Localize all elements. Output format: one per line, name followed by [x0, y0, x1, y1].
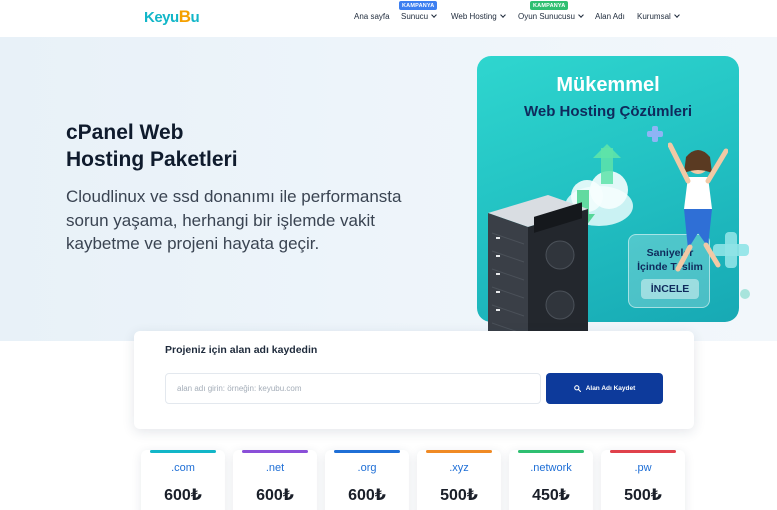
tld-card-pw[interactable]: .pw 500₺ [601, 450, 685, 510]
plus-icon [647, 126, 663, 142]
nav-item-alan-adi[interactable]: Alan Adı [595, 12, 625, 21]
nav-item-kurumsal[interactable]: Kurumsal [637, 12, 680, 21]
kampanya-badge: KAMPANYA [399, 1, 438, 10]
nav-item-oyun-sunucusu[interactable]: KAMPANYA Oyun Sunucusu [518, 1, 584, 21]
hero-desc-line: sorun yaşama, herhangi bir işlemde vakit [66, 210, 375, 230]
tld-price: 500₺ [440, 487, 478, 504]
main-navigation: Ana sayfa KAMPANYA Sunucu Web Hosting KA… [0, 1, 777, 26]
tld-name: .net [265, 462, 285, 474]
tld-card-xyz[interactable]: .xyz 500₺ [417, 450, 501, 510]
hero-desc-line: Cloudlinux ve ssd donanımı ile performan… [66, 187, 402, 206]
register-domain-button[interactable]: Alan Adı Kaydet [546, 373, 663, 404]
domain-search-input[interactable] [165, 373, 541, 404]
chevron-down-icon [431, 12, 437, 18]
nav-label: Web Hosting [451, 12, 497, 21]
hero-description: Cloudlinux ve ssd donanımı ile performan… [66, 185, 436, 256]
hero-title: cPanel Web Hosting Paketleri [66, 119, 326, 173]
tld-name: .pw [634, 462, 652, 474]
site-header: Keyu B u Ana sayfa KAMPANYA Sunucu Web H… [0, 0, 777, 37]
tld-price: 450₺ [532, 487, 570, 504]
tld-card-network[interactable]: .network 450₺ [509, 450, 593, 510]
kampanya-badge: KAMPANYA [530, 1, 569, 10]
domain-search-title: Projeniz için alan adı kaydedin [165, 344, 318, 356]
nav-label: Kurumsal [637, 12, 671, 21]
tld-name: .xyz [449, 462, 469, 474]
tld-card-net[interactable]: .net 600₺ [233, 450, 317, 510]
tld-card-com[interactable]: .com 600₺ [141, 450, 225, 510]
nav-label: Ana sayfa [354, 12, 390, 21]
nav-item-sunucu[interactable]: KAMPANYA Sunucu [399, 1, 438, 21]
jumping-person-illustration [668, 142, 728, 272]
tld-accent-bar [150, 450, 216, 453]
tld-accent-bar [518, 450, 584, 453]
chevron-down-icon [578, 12, 584, 18]
promo-title: Mükemmel [556, 74, 660, 96]
hero-title-line: Hosting Paketleri [66, 148, 238, 171]
tld-price: 600₺ [348, 487, 386, 504]
hero-section: cPanel Web Hosting Paketleri Cloudlinux … [0, 37, 777, 341]
hero-desc-line: kaybetme ve projeni hayata geçir. [66, 234, 320, 253]
tld-name: .network [530, 462, 572, 474]
tld-accent-bar [426, 450, 492, 453]
nav-item-ana-sayfa[interactable]: Ana sayfa [354, 12, 390, 21]
decor-dot [740, 289, 750, 299]
tld-price: 500₺ [624, 487, 662, 504]
tld-price: 600₺ [164, 487, 202, 504]
chevron-down-icon [499, 12, 506, 18]
tld-card-org[interactable]: .org 600₺ [325, 450, 409, 510]
nav-label: Oyun Sunucusu [518, 12, 575, 21]
register-domain-label: Alan Adı Kaydet [585, 385, 636, 392]
tld-accent-bar [334, 450, 400, 453]
nav-label: Sunucu [401, 12, 429, 21]
tld-accent-bar [610, 450, 676, 453]
search-icon [573, 385, 581, 392]
server-rack-illustration [488, 195, 588, 341]
tld-name: .com [171, 462, 195, 474]
incele-button[interactable]: İNCELE [641, 279, 699, 299]
hero-title-line: cPanel Web [66, 121, 184, 144]
promo-subtitle: Web Hosting Çözümleri [523, 103, 693, 120]
tld-name: .org [357, 462, 377, 474]
chevron-down-icon [673, 12, 680, 18]
nav-label: Alan Adı [595, 12, 625, 21]
tld-price: 600₺ [256, 487, 294, 504]
tld-accent-bar [242, 450, 308, 453]
domain-search-card: Projeniz için alan adı kaydedin Alan Adı… [134, 331, 694, 429]
nav-item-web-hosting[interactable]: Web Hosting [451, 12, 506, 21]
